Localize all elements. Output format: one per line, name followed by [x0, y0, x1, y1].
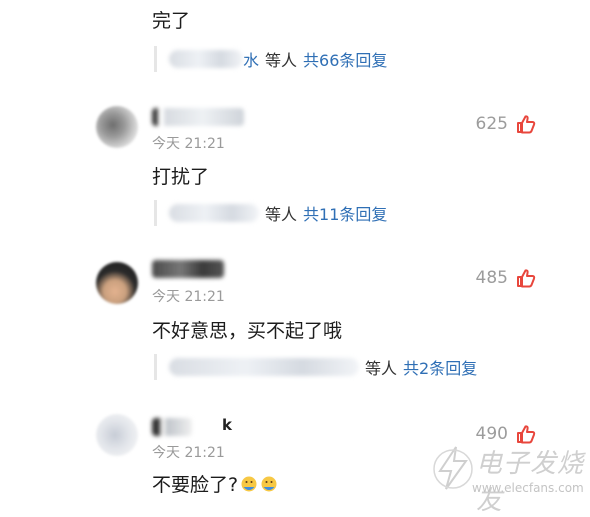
face-emoji-icon [261, 476, 277, 492]
comment-text: 不要脸了? [152, 474, 239, 496]
watermark-title: 电子发烧友 [476, 449, 585, 516]
comment-item: 今天 21:21 485 不好意思，买不起了哦 等人 共2条回复 [0, 256, 590, 406]
blurred-username[interactable] [152, 108, 244, 126]
thumbs-up-icon[interactable] [516, 268, 536, 288]
reply-divider [154, 200, 157, 226]
blurred-username[interactable] [152, 418, 192, 436]
blurred-reply-names [169, 50, 243, 68]
reply-count-link[interactable]: 共66条回复 [303, 47, 387, 71]
reply-count-link[interactable]: 共2条回复 [403, 355, 477, 379]
watermark: 电子发烧友 www.elecfans.com [432, 441, 584, 516]
watermark-url: www.elecfans.com [472, 481, 584, 495]
comment-text: 不好意思，买不起了哦 [152, 320, 343, 342]
comment-text-row: 不要脸了? [152, 470, 278, 497]
reply-summary[interactable]: 等人 共2条回复 [154, 350, 574, 384]
comment-time: 今天 21:21 [152, 289, 225, 305]
face-emoji-icon [241, 476, 257, 492]
reply-and-text: 等人 [265, 205, 298, 224]
reply-divider [154, 354, 157, 380]
blurred-reply-names [169, 358, 359, 376]
comment-item: 今天 21:21 625 打扰了 等人 共11条回复 [0, 100, 590, 250]
reply-name-suffix: 水 [243, 51, 260, 70]
reply-count-link[interactable]: 共11条回复 [303, 201, 387, 225]
reply-and-text: 等人 [265, 51, 298, 70]
reply-summary[interactable]: 等人 共11条回复 [154, 196, 574, 230]
reply-divider [154, 46, 157, 72]
lightning-logo-icon [433, 446, 473, 490]
avatar[interactable] [96, 106, 138, 148]
avatar[interactable] [96, 414, 138, 456]
comment-time: 今天 21:21 [152, 445, 225, 461]
like-count: 485 [475, 268, 508, 288]
thumbs-up-icon[interactable] [516, 114, 536, 134]
comment-text: 打扰了 [152, 166, 210, 188]
reply-summary[interactable]: 水 等人 共66条回复 [154, 42, 574, 76]
blurred-reply-names [169, 204, 259, 222]
comment-text: 完了 [152, 10, 191, 32]
username-visible-part: k [222, 416, 232, 434]
avatar[interactable] [96, 262, 138, 304]
comment-time: 今天 21:21 [152, 136, 225, 152]
like-count: 625 [475, 114, 508, 134]
reply-and-text: 等人 [365, 359, 398, 378]
comment-feed: 完了 水 等人 共66条回复 今天 21:21 625 打扰了 等人 共11条回… [0, 0, 590, 516]
blurred-username[interactable] [152, 260, 224, 278]
